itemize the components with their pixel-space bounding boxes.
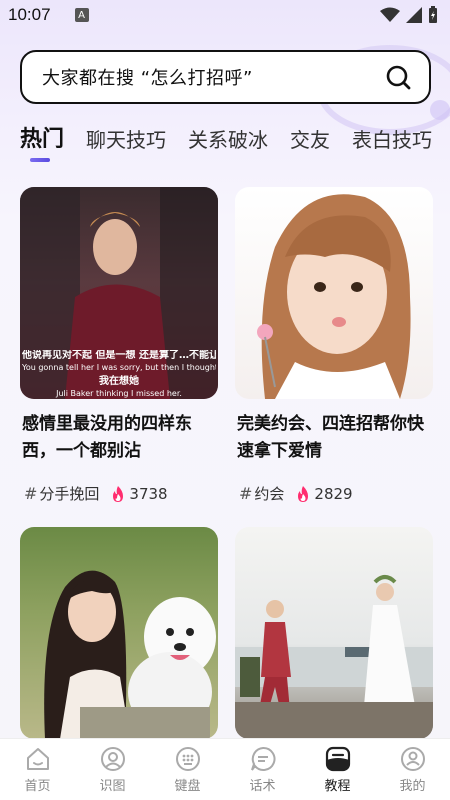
- tab-dating[interactable]: 交友: [290, 126, 330, 154]
- video-subtitle-en-2: Juli Baker thinking I missed her.: [56, 389, 182, 398]
- article-card[interactable]: 他说再见对不起 但是一想 还是算了…不能让 You gonna tell her…: [20, 187, 218, 504]
- hot-count: 2829: [314, 484, 353, 503]
- keyboard-icon: [175, 746, 200, 771]
- nav-home[interactable]: 首页: [8, 746, 68, 794]
- article-tag[interactable]: # 约会: [239, 483, 284, 504]
- profile-icon: [400, 746, 425, 771]
- article-tag[interactable]: # 分手挽回: [24, 483, 99, 504]
- hot-count: 3738: [129, 484, 168, 503]
- category-tabs: 热门 聊天技巧 关系破冰 交友 表白技巧: [20, 126, 450, 166]
- tab-confession-skills[interactable]: 表白技巧: [352, 126, 432, 154]
- scan-image-icon: [100, 746, 125, 771]
- chat-bubble-icon: [250, 746, 275, 771]
- video-subtitle-en: You gonna tell her I was sorry, but then…: [22, 363, 216, 372]
- tab-hot[interactable]: 热门: [20, 126, 64, 154]
- article-title: 感情里最没用的四样东西，一个都别沾: [22, 414, 192, 461]
- fire-icon: [113, 485, 124, 502]
- nav-scripts-label: 话术: [249, 778, 276, 794]
- article-tag-label: 分手挽回: [39, 485, 100, 503]
- tab-chat-skills[interactable]: 聊天技巧: [86, 126, 166, 154]
- article-thumbnail: 他说再见对不起 但是一想 还是算了…不能让 You gonna tell her…: [20, 187, 218, 399]
- nav-tutorial-label: 教程: [324, 778, 351, 794]
- article-title: 完美约会、四连招帮你快速拿下爱情: [237, 414, 424, 461]
- bottom-navigation: 首页 识图 键盘 话术 教程 我的: [0, 738, 450, 800]
- status-time: 10:07: [8, 5, 51, 24]
- article-card[interactable]: [20, 527, 218, 739]
- tab-icebreaking[interactable]: 关系破冰: [188, 126, 268, 154]
- nav-scan-label: 识图: [99, 778, 126, 794]
- nav-keyboard[interactable]: 键盘: [158, 746, 218, 794]
- tutorial-icon: [325, 746, 350, 771]
- search-bar[interactable]: 大家都在搜 “怎么打招呼”: [20, 50, 431, 104]
- nav-home-label: 首页: [24, 778, 51, 794]
- article-meta: # 约会 2829: [235, 483, 433, 504]
- active-tab-indicator: [30, 158, 50, 162]
- hashtag-icon: #: [239, 484, 253, 503]
- home-icon: [26, 747, 49, 770]
- article-thumbnail: [20, 527, 218, 739]
- article-thumbnail: [235, 187, 433, 399]
- search-icon[interactable]: [385, 64, 411, 90]
- nav-scan[interactable]: 识图: [83, 746, 143, 794]
- nav-profile[interactable]: 我的: [383, 746, 443, 794]
- hashtag-icon: #: [24, 484, 38, 503]
- article-meta: # 分手挽回 3738: [20, 483, 218, 504]
- video-subtitle-cn-2: 我在想她: [99, 376, 139, 387]
- nav-scripts[interactable]: 话术: [233, 746, 293, 794]
- fire-icon: [298, 485, 309, 502]
- article-card[interactable]: 完美约会、四连招帮你快速拿下爱情 # 约会 2829: [235, 187, 433, 504]
- a-badge-icon: A: [74, 8, 89, 22]
- video-subtitle-cn: 他说再见对不起 但是一想 还是算了…不能让: [22, 350, 216, 361]
- nav-profile-label: 我的: [399, 778, 426, 794]
- search-placeholder: 大家都在搜 “怎么打招呼”: [42, 68, 253, 89]
- article-tag-label: 约会: [254, 485, 285, 503]
- article-thumbnail: [235, 527, 433, 739]
- nav-keyboard-label: 键盘: [174, 778, 201, 794]
- article-card[interactable]: [235, 527, 433, 739]
- nav-tutorial[interactable]: 教程: [308, 746, 368, 794]
